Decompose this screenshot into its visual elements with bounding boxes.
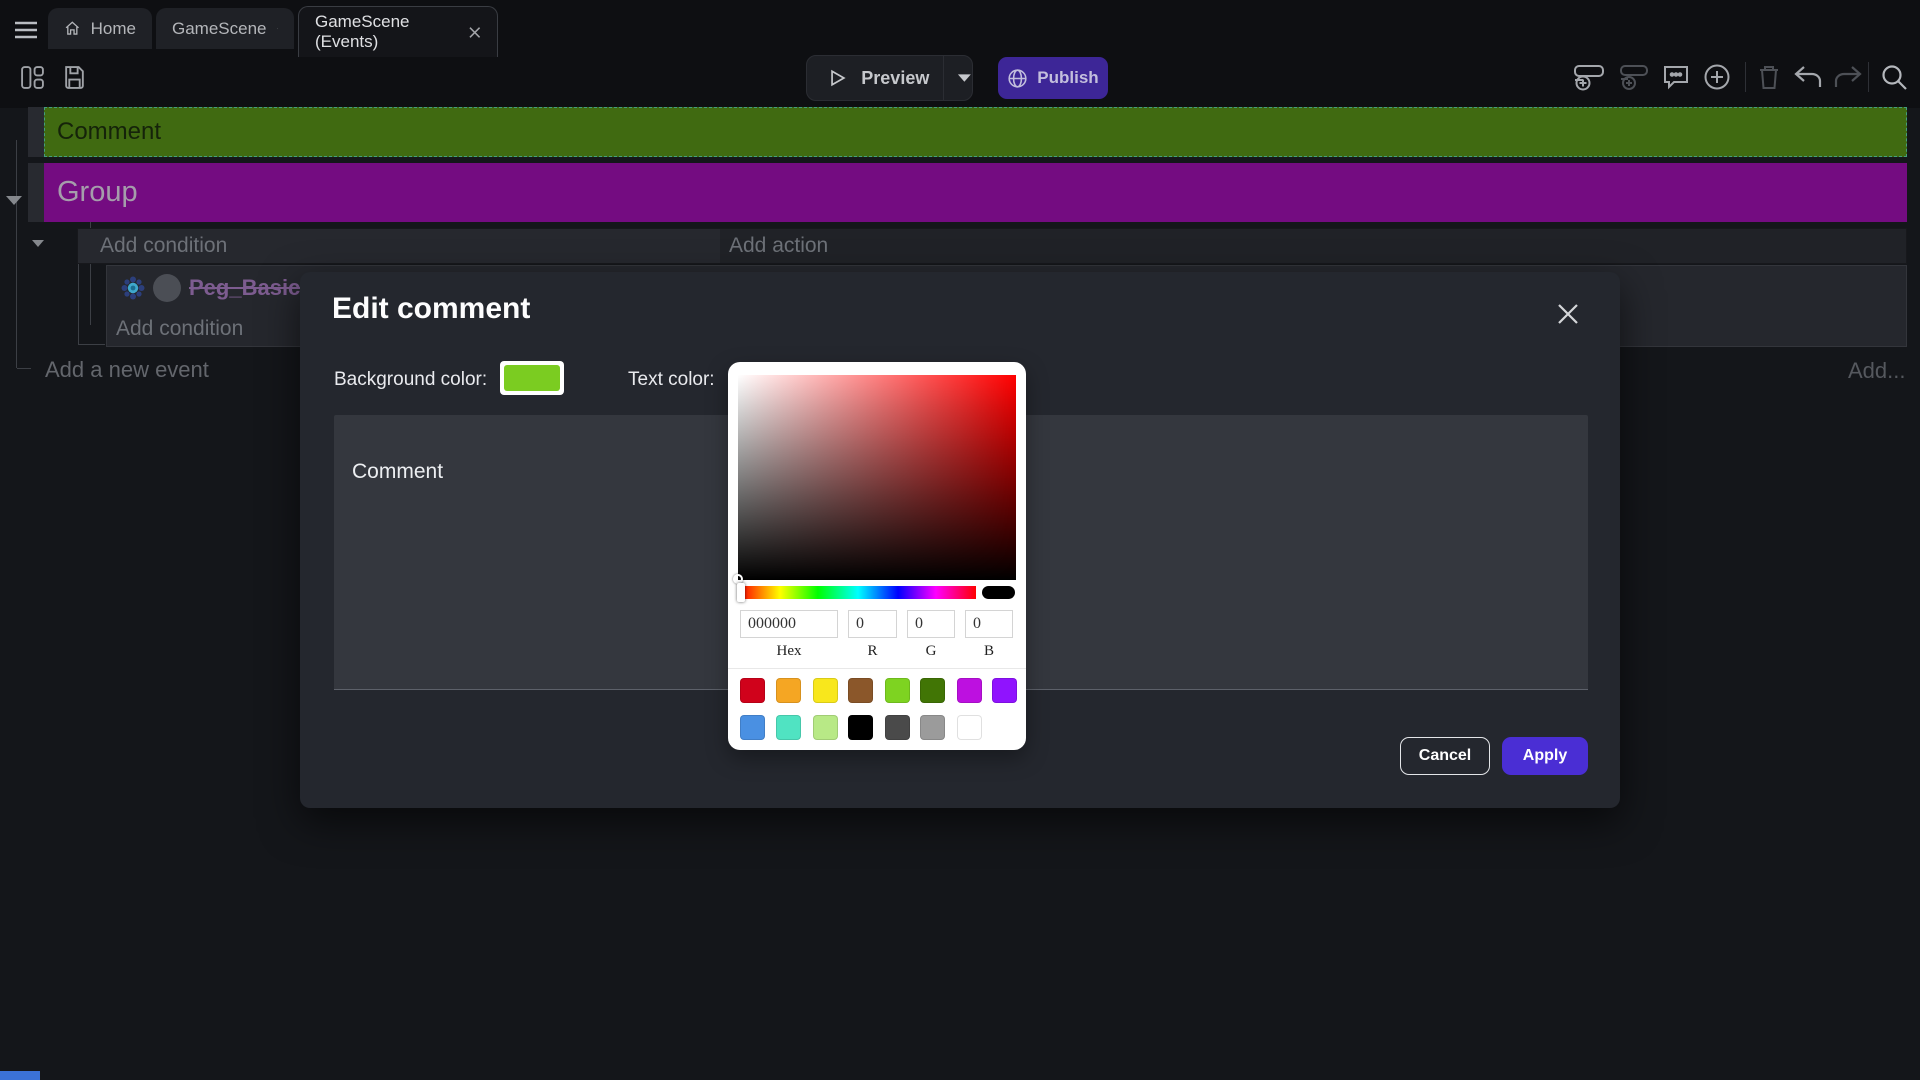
preset-swatch[interactable] — [848, 715, 873, 740]
comment-event-bar[interactable]: Comment — [44, 107, 1907, 157]
preset-swatch[interactable] — [776, 715, 801, 740]
apply-button[interactable]: Apply — [1502, 737, 1588, 775]
preset-swatch[interactable] — [848, 678, 873, 703]
color-picker-popup: Hex R G B — [728, 362, 1026, 750]
undo-icon[interactable] — [1790, 62, 1826, 92]
hue-slider-handle[interactable] — [737, 583, 745, 602]
g-label: G — [907, 643, 955, 660]
tab-label: GameScene (Events) — [315, 12, 459, 52]
tab-gamescene-events[interactable]: GameScene (Events) — [298, 6, 498, 57]
add-circle-icon[interactable] — [1700, 62, 1734, 92]
collapse-arrow-icon[interactable] — [32, 240, 44, 247]
preset-swatch[interactable] — [813, 678, 838, 703]
redo-icon[interactable] — [1830, 62, 1866, 92]
object-icon — [153, 274, 181, 302]
b-label: B — [965, 643, 1013, 660]
add-subevent-icon[interactable] — [1614, 62, 1654, 92]
hex-input[interactable] — [740, 610, 838, 638]
add-more-link[interactable]: Add... — [1848, 358, 1905, 384]
add-comment-icon[interactable] — [1658, 62, 1694, 92]
preset-swatch[interactable] — [957, 715, 982, 740]
search-icon[interactable] — [1876, 62, 1912, 92]
dialog-title: Edit comment — [332, 292, 530, 326]
preset-swatch[interactable] — [885, 678, 910, 703]
add-event-icon[interactable] — [1570, 62, 1610, 92]
tab-label: Home — [91, 19, 136, 39]
top-bar: Home GameScene GameScene (Events) Previe… — [0, 0, 1920, 108]
preset-swatch[interactable] — [920, 715, 945, 740]
preset-swatch[interactable] — [740, 678, 765, 703]
close-icon[interactable] — [1552, 298, 1584, 330]
background-color-label: Background color: — [334, 369, 487, 391]
layout-icon[interactable] — [18, 62, 46, 92]
close-icon[interactable] — [469, 26, 481, 39]
tab-gamescene[interactable]: GameScene — [156, 8, 294, 49]
save-icon[interactable] — [60, 62, 88, 92]
group-event-bar[interactable]: Group — [44, 163, 1907, 222]
preset-swatch[interactable] — [776, 678, 801, 703]
preset-swatch[interactable] — [813, 715, 838, 740]
r-label: R — [848, 643, 897, 660]
bottom-left-accent — [0, 1071, 40, 1080]
preset-swatch[interactable] — [992, 678, 1017, 703]
add-action-link[interactable]: Add action — [720, 229, 1908, 263]
add-condition-link[interactable]: Add condition — [78, 229, 720, 263]
b-input[interactable] — [965, 610, 1013, 638]
text-color-label: Text color: — [628, 369, 715, 391]
r-input[interactable] — [848, 610, 897, 638]
preset-swatch[interactable] — [957, 678, 982, 703]
group-bar-text: Group — [57, 176, 138, 209]
object-thumbnail-icon — [121, 276, 145, 300]
close-icon[interactable] — [277, 22, 279, 35]
saturation-area[interactable] — [738, 375, 1016, 580]
current-color-swatch — [982, 586, 1015, 599]
publish-label: Publish — [1037, 68, 1098, 88]
play-icon — [827, 67, 847, 89]
tab-label: GameScene — [172, 19, 267, 39]
preset-swatch[interactable] — [920, 678, 945, 703]
cancel-button[interactable]: Cancel — [1400, 737, 1490, 775]
app-window: Home GameScene GameScene (Events) Previe… — [0, 0, 1920, 1080]
trash-icon[interactable] — [1752, 62, 1786, 92]
event-row: Add condition Add action — [77, 228, 1907, 264]
hue-slider[interactable] — [740, 586, 976, 599]
divider — [728, 668, 1026, 669]
preview-label: Preview — [861, 68, 929, 89]
preset-swatch[interactable] — [740, 715, 765, 740]
drag-handle[interactable] — [28, 107, 44, 157]
g-input[interactable] — [907, 610, 955, 638]
preset-swatch[interactable] — [885, 715, 910, 740]
preview-button[interactable]: Preview — [806, 55, 973, 101]
tab-home[interactable]: Home — [48, 8, 152, 49]
collapse-arrow-icon[interactable] — [6, 196, 22, 205]
globe-icon — [1007, 68, 1028, 89]
menu-icon[interactable] — [12, 18, 40, 42]
publish-button[interactable]: Publish — [998, 57, 1108, 99]
home-icon — [64, 19, 81, 38]
condition-text: Peg_Basic- — [189, 275, 308, 301]
caret-down-icon[interactable] — [957, 72, 972, 84]
background-color-swatch[interactable] — [500, 361, 564, 395]
hex-label: Hex — [740, 643, 838, 660]
drag-handle[interactable] — [28, 163, 44, 222]
add-new-event-link[interactable]: Add a new event — [45, 357, 209, 383]
comment-bar-text: Comment — [57, 118, 161, 146]
